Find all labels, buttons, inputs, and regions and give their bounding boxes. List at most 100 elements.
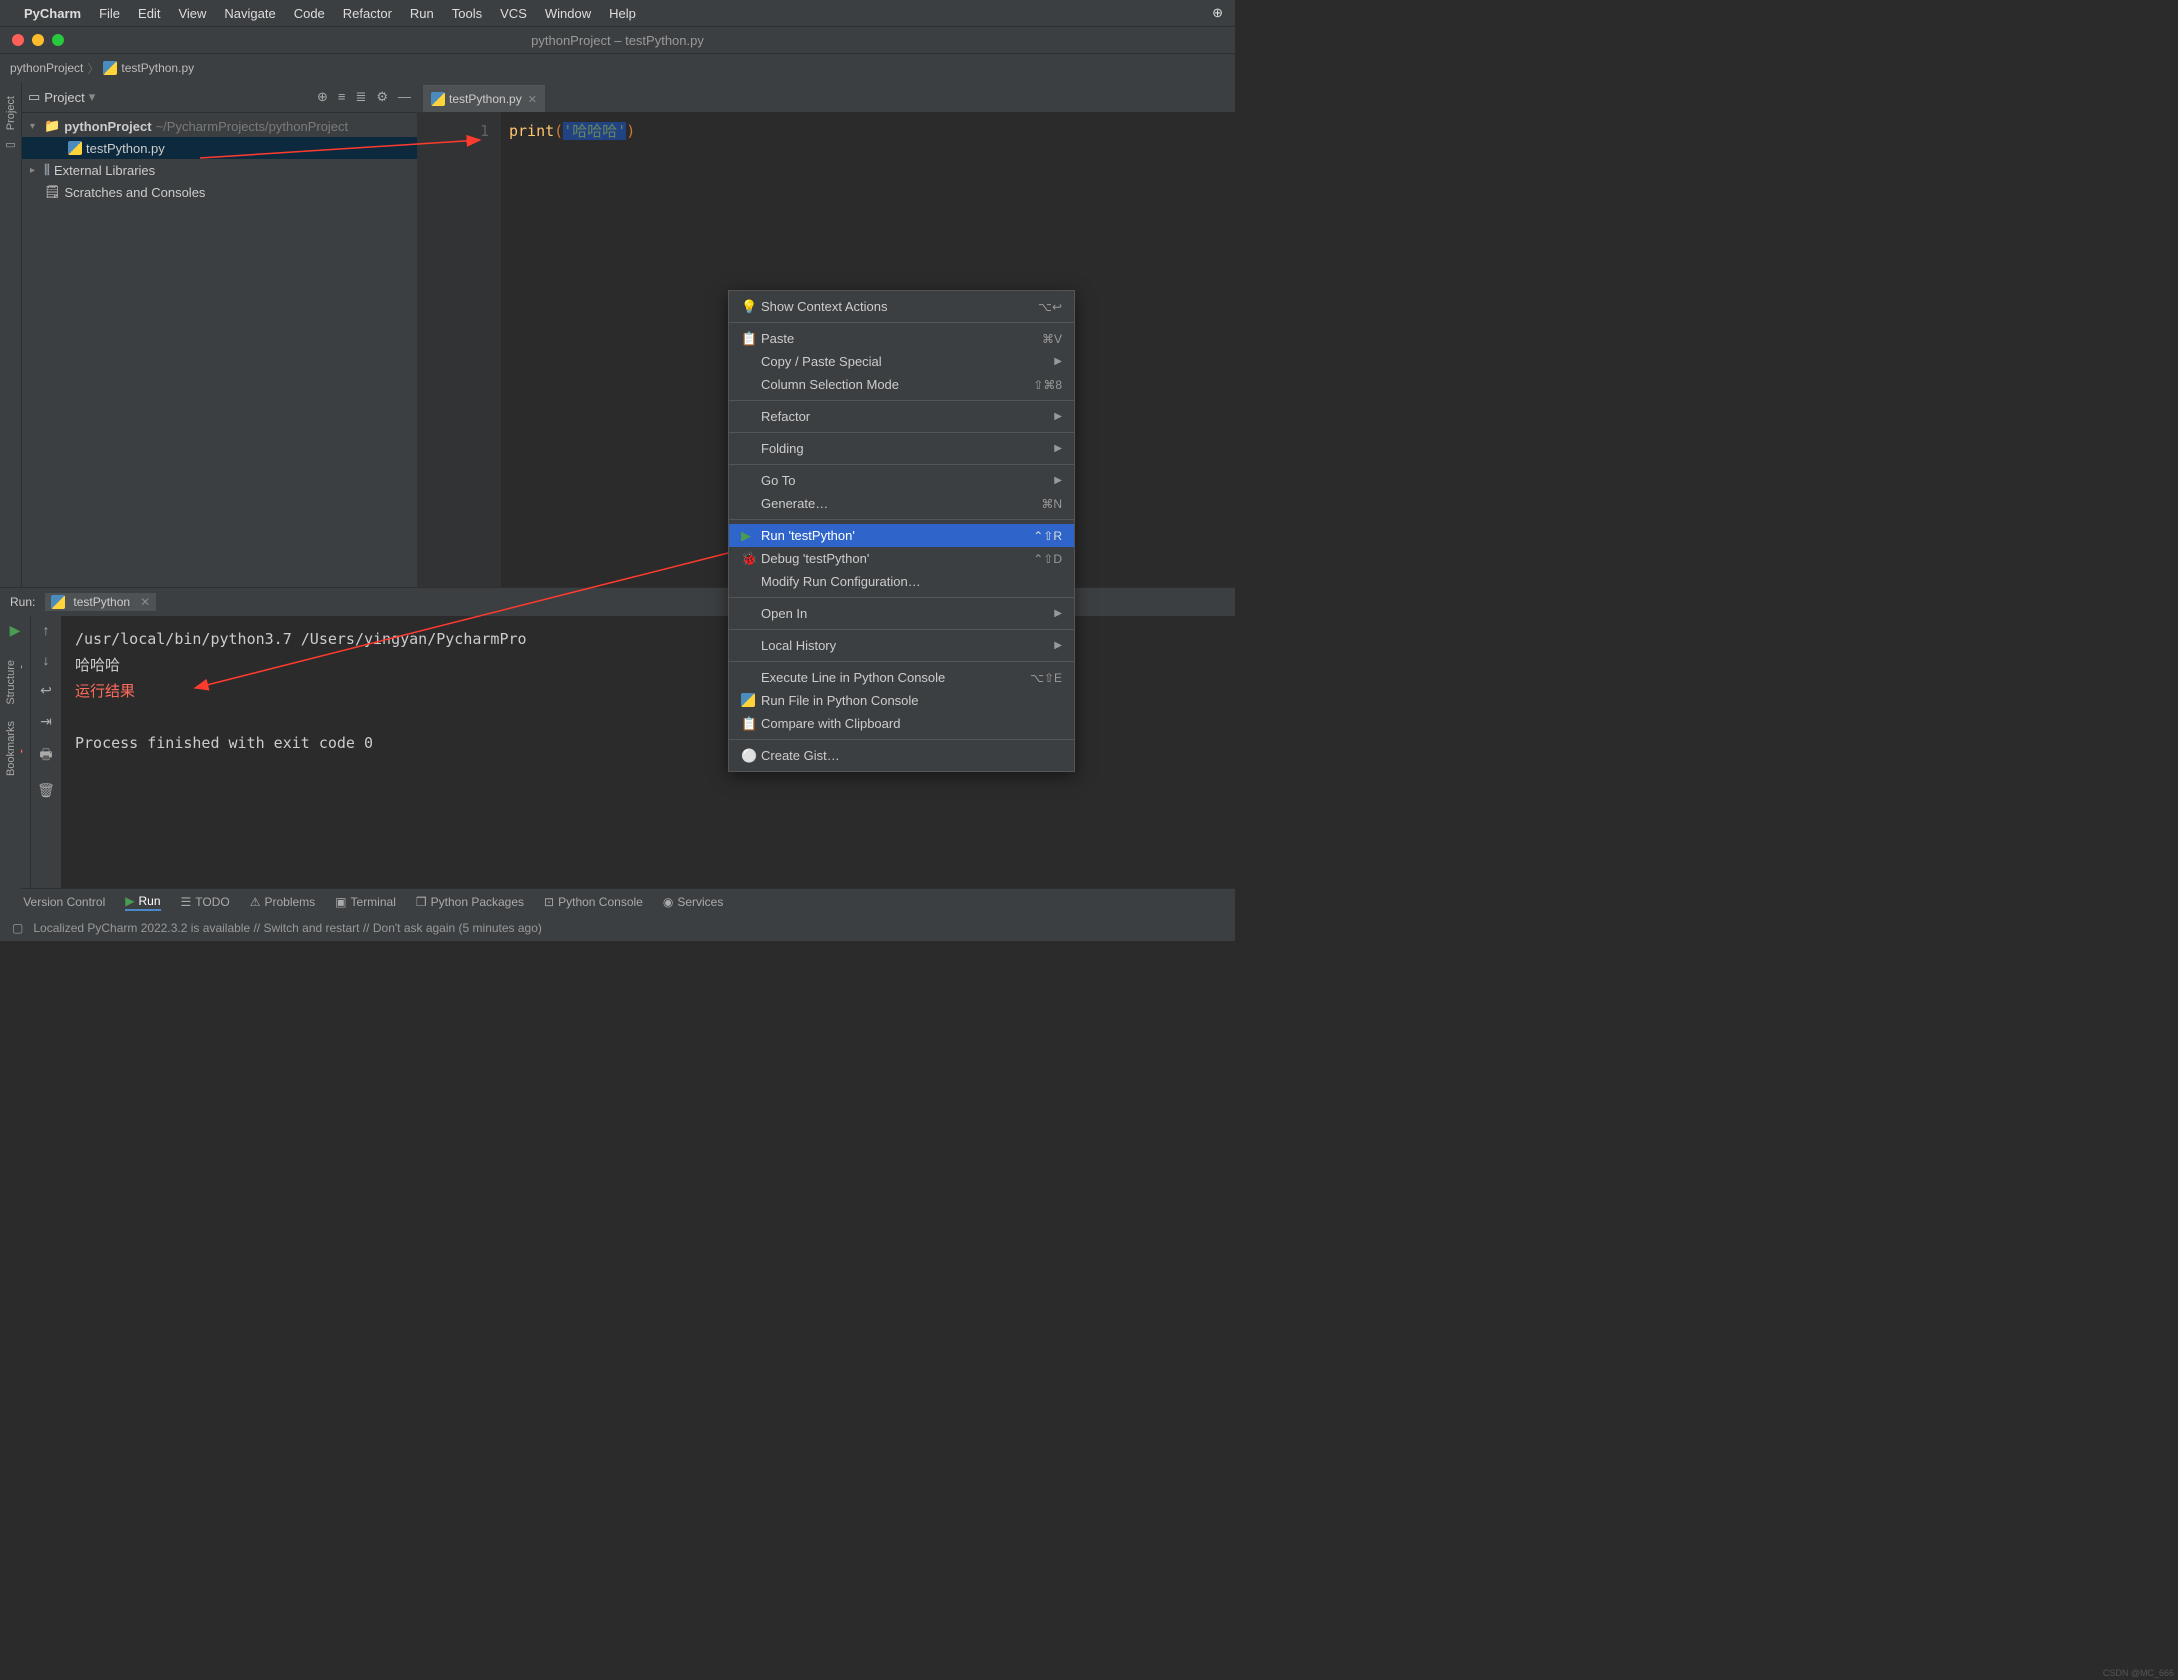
python-console-tool[interactable]: ⊡Python Console xyxy=(544,895,643,909)
soft-wrap-icon[interactable]: ↩ xyxy=(40,682,52,699)
collapse-all-icon[interactable]: ≣ xyxy=(355,89,366,105)
structure-tab[interactable]: Structure xyxy=(5,660,17,705)
context-menu: 💡Show Context Actions⌥↩ 📋Paste⌘VCopy / Pa… xyxy=(728,290,1075,772)
ctx-generate-[interactable]: Generate…⌘N xyxy=(729,492,1074,515)
locate-icon[interactable]: ⊕ xyxy=(317,89,328,105)
breadcrumb: pythonProject 〉 testPython.py xyxy=(0,53,1235,82)
ctx-run-file-in-python-console[interactable]: Run File in Python Console xyxy=(729,689,1074,712)
ctx-folding[interactable]: Folding▶ xyxy=(729,437,1074,460)
play-icon: ▶ xyxy=(125,894,134,908)
window-zoom-button[interactable] xyxy=(52,34,64,46)
scratch-icon: 🗒 xyxy=(44,184,61,200)
left-tool-strip: Project ▭ xyxy=(0,82,22,587)
status-bar: ▢ Localized PyCharm 2022.3.2 is availabl… xyxy=(0,915,1235,941)
menu-view[interactable]: View xyxy=(178,6,206,21)
ctx-debug-testpython-[interactable]: 🐞Debug 'testPython'⌃⇧D xyxy=(729,547,1074,570)
terminal-tool[interactable]: ▣Terminal xyxy=(335,895,396,909)
window-title: pythonProject – testPython.py xyxy=(531,33,704,48)
project-header: ▭ Project ▾ ⊕ ≡ ≣ ⚙ — xyxy=(22,82,417,113)
bookmarks-tab[interactable]: Bookmarks xyxy=(5,721,17,776)
ctx-compare-with-clipboard[interactable]: 📋Compare with Clipboard xyxy=(729,712,1074,735)
run-config-tab[interactable]: testPython✕ xyxy=(45,593,156,611)
python-packages-tool[interactable]: ❒Python Packages xyxy=(416,895,524,909)
menu-code[interactable]: Code xyxy=(294,6,325,21)
ctx-execute-line-in-python-console[interactable]: Execute Line in Python Console⌥⇧E xyxy=(729,666,1074,689)
ctx-open-in[interactable]: Open In▶ xyxy=(729,602,1074,625)
window-close-button[interactable] xyxy=(12,34,24,46)
python-file-icon xyxy=(431,92,445,106)
menu-window[interactable]: Window xyxy=(545,6,591,21)
ctx-copy-paste-special[interactable]: Copy / Paste Special▶ xyxy=(729,350,1074,373)
ctx-column-selection-mode[interactable]: Column Selection Mode⇧⌘8 xyxy=(729,373,1074,396)
tree-file-testpython[interactable]: testPython.py xyxy=(22,137,417,159)
code-line-1[interactable]: print('哈哈哈') xyxy=(501,112,635,587)
gutter: 1 xyxy=(417,112,501,587)
ctx-local-history[interactable]: Local History▶ xyxy=(729,634,1074,657)
ctx-create-gist-[interactable]: ⚪Create Gist… xyxy=(729,744,1074,767)
menu-edit[interactable]: Edit xyxy=(138,6,160,21)
run-label: Run: xyxy=(10,595,35,609)
titlebar: pythonProject – testPython.py xyxy=(0,26,1235,53)
dropdown-chevron-icon[interactable]: ▾ xyxy=(89,89,96,105)
warning-icon: ⚠ xyxy=(250,895,261,909)
window-minimize-button[interactable] xyxy=(32,34,44,46)
print-icon[interactable]: 🖶 xyxy=(39,744,52,768)
chevron-right-icon: 〉 xyxy=(87,60,99,77)
menu-vcs[interactable]: VCS xyxy=(500,6,527,21)
package-icon: ❒ xyxy=(416,895,427,909)
menu-navigate[interactable]: Navigate xyxy=(224,6,275,21)
tree-external-libraries[interactable]: ▸⫼External Libraries xyxy=(22,159,417,181)
menu-help[interactable]: Help xyxy=(609,6,636,21)
tree-root[interactable]: ▾📁pythonProject~/PycharmProjects/pythonP… xyxy=(22,115,417,137)
close-icon[interactable]: ✕ xyxy=(140,595,150,609)
tool-window-icon[interactable]: ▢ xyxy=(12,921,23,935)
status-message[interactable]: Localized PyCharm 2022.3.2 is available … xyxy=(33,921,542,935)
scroll-icon[interactable]: ⇥ xyxy=(40,713,52,730)
app-name[interactable]: PyCharm xyxy=(24,6,81,21)
project-tool-tab[interactable]: Project xyxy=(5,96,17,130)
up-arrow-icon[interactable]: ↑ xyxy=(43,622,50,638)
menu-file[interactable]: File xyxy=(99,6,120,21)
menu-refactor[interactable]: Refactor xyxy=(343,6,392,21)
library-icon: ⫼ xyxy=(44,162,50,178)
ctx-paste[interactable]: 📋Paste⌘V xyxy=(729,327,1074,350)
hide-icon[interactable]: — xyxy=(398,89,411,105)
folder-icon[interactable]: ▭ xyxy=(5,138,15,151)
ctx-show-context-actions[interactable]: 💡Show Context Actions⌥↩ xyxy=(729,295,1074,318)
gear-icon[interactable]: ⚙ xyxy=(376,89,388,105)
bottom-tool-bar: ᛘVersion Control ▶Run ☰TODO ⚠Problems ▣T… xyxy=(0,888,1235,915)
ctx-refactor[interactable]: Refactor▶ xyxy=(729,405,1074,428)
terminal-icon: ▣ xyxy=(335,895,346,909)
project-header-label: Project xyxy=(44,90,84,105)
editor-tabs: testPython.py ✕ xyxy=(417,82,1235,112)
run-toolbar-mid: ↑ ↓ ↩ ⇥ 🖶 🗑 xyxy=(30,616,61,888)
left-bottom-strip: Structure Bookmarks xyxy=(0,640,21,920)
todo-tool[interactable]: ☰TODO xyxy=(181,895,230,909)
menu-tools[interactable]: Tools xyxy=(452,6,482,21)
folder-icon: ▭ xyxy=(28,89,40,105)
breadcrumb-root[interactable]: pythonProject xyxy=(10,61,83,75)
menu-run[interactable]: Run xyxy=(410,6,434,21)
vcs-tool[interactable]: ᛘVersion Control xyxy=(12,895,105,909)
down-arrow-icon[interactable]: ↓ xyxy=(43,652,50,668)
expand-all-icon[interactable]: ≡ xyxy=(338,89,346,105)
tree-scratches[interactable]: 🗒Scratches and Consoles xyxy=(22,181,417,203)
run-tool[interactable]: ▶Run xyxy=(125,894,160,911)
python-file-icon xyxy=(103,61,117,75)
services-tool[interactable]: ◉Services xyxy=(663,895,724,909)
problems-tool[interactable]: ⚠Problems xyxy=(250,895,315,909)
breadcrumb-file[interactable]: testPython.py xyxy=(121,61,194,75)
editor-tab-testpython[interactable]: testPython.py ✕ xyxy=(423,85,545,112)
macos-menubar: PyCharm File Edit View Navigate Code Ref… xyxy=(0,0,1235,26)
rerun-icon[interactable]: ▶ xyxy=(10,622,21,639)
close-tab-icon[interactable]: ✕ xyxy=(528,93,537,106)
ctx-run-testpython-[interactable]: ▶Run 'testPython'⌃⇧R xyxy=(729,524,1074,547)
python-file-icon xyxy=(68,141,82,155)
menubar-extras-icon[interactable]: ⊕ xyxy=(1212,5,1223,21)
python-file-icon xyxy=(51,595,65,609)
ctx-modify-run-configuration-[interactable]: Modify Run Configuration… xyxy=(729,570,1074,593)
trash-icon[interactable]: 🗑 xyxy=(37,782,55,799)
project-tree: ▾📁pythonProject~/PycharmProjects/pythonP… xyxy=(22,113,417,587)
ctx-go-to[interactable]: Go To▶ xyxy=(729,469,1074,492)
annotation-label: 运行结果 xyxy=(75,682,135,700)
